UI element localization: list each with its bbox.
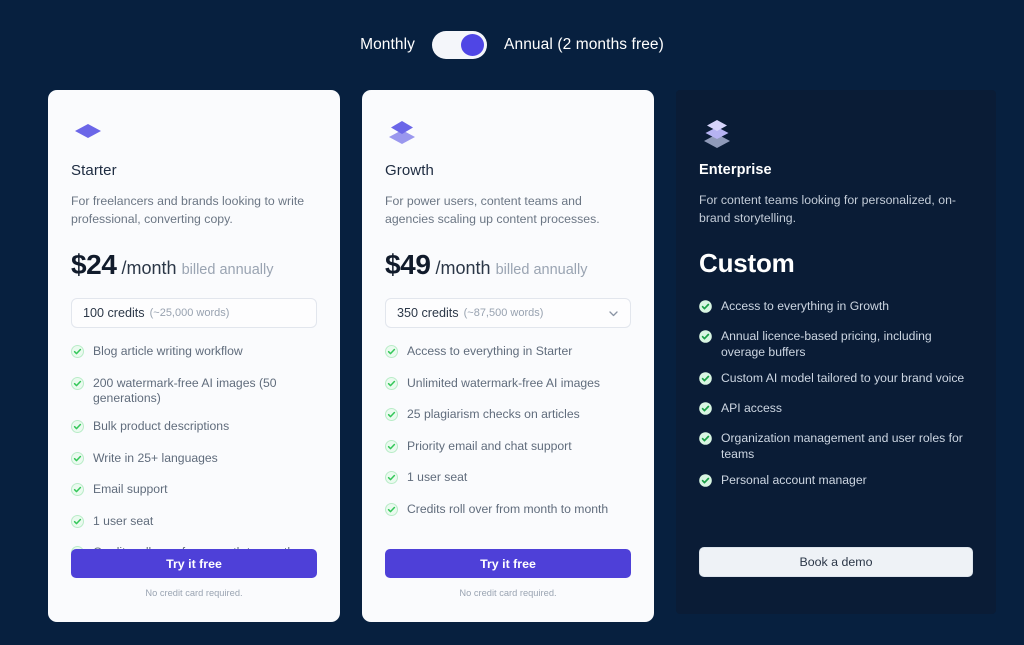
price-amount: $24 — [71, 249, 117, 280]
list-item: Bulk product descriptions — [71, 419, 317, 438]
credits-selector[interactable]: 350 credits (~87,500 words) — [385, 298, 631, 328]
check-icon — [385, 439, 398, 458]
feature-list: Access to everything in Starter Unlimite… — [385, 344, 631, 533]
check-icon — [385, 345, 398, 363]
list-item: Access to everything in Starter — [385, 344, 631, 363]
list-item: Blog article writing workflow — [71, 344, 317, 363]
list-item: 1 user seat — [385, 470, 631, 489]
pricing-cards-row: Starter For freelancers and brands looki… — [48, 90, 1002, 622]
check-icon — [699, 330, 712, 348]
credits-words: (~87,500 words) — [463, 307, 544, 319]
list-item: Unlimited watermark-free AI images — [385, 376, 631, 395]
list-item: Organization management and user roles f… — [699, 431, 973, 462]
cta-section: Try it free No credit card required. — [385, 549, 631, 598]
check-icon — [71, 376, 84, 395]
feature-text: Email support — [93, 482, 168, 496]
price-row: $49 /month billed annually — [385, 249, 631, 281]
try-it-free-button[interactable]: Try it free — [385, 549, 631, 578]
feature-text: 1 user seat — [407, 470, 468, 484]
billing-period-toggle[interactable] — [432, 31, 488, 59]
check-icon — [699, 474, 712, 492]
credits-amount: 350 credits — [397, 306, 459, 320]
credits-words: (~25,000 words) — [149, 307, 230, 319]
feature-text: Credits roll over from month to month — [407, 501, 609, 516]
price-billing-note: billed annually — [495, 262, 588, 278]
list-item: Annual licence-based pricing, including … — [699, 329, 973, 360]
list-item: Priority email and chat support — [385, 439, 631, 458]
list-item: Access to everything in Growth — [699, 299, 973, 318]
plan-description: For freelancers and brands looking to wr… — [71, 194, 305, 226]
check-icon — [71, 420, 84, 438]
list-item: 25 plagiarism checks on articles — [385, 407, 631, 426]
pricing-card-starter: Starter For freelancers and brands looki… — [48, 90, 340, 622]
cta-section: Try it free No credit card required. — [71, 549, 317, 598]
feature-text: 200 watermark-free AI images (50 generat… — [93, 375, 277, 406]
double-stack-icon — [385, 118, 631, 152]
check-icon — [385, 408, 398, 426]
plan-name: Growth — [385, 162, 434, 179]
feature-text: Personal account manager — [721, 473, 867, 487]
list-item: Email support — [71, 482, 317, 501]
cta-note: No credit card required. — [459, 588, 557, 598]
feature-text: Bulk product descriptions — [93, 419, 230, 433]
cta-section: Book a demo — [699, 547, 973, 577]
billing-toggle-row: Monthly Annual (2 months free) — [0, 0, 1024, 90]
triple-stack-icon — [699, 118, 973, 152]
price-period: /month — [121, 258, 177, 278]
check-icon — [71, 345, 84, 363]
feature-text: API access — [721, 401, 782, 415]
feature-text: Access to everything in Growth — [721, 299, 889, 313]
list-item: 200 watermark-free AI images (50 generat… — [71, 376, 317, 407]
plan-name: Starter — [71, 162, 117, 179]
check-icon — [699, 402, 712, 420]
feature-list: Blog article writing workflow 200 waterm… — [71, 344, 317, 577]
check-icon — [699, 372, 712, 390]
check-icon — [71, 451, 84, 470]
check-icon — [385, 471, 398, 489]
single-diamond-icon — [71, 118, 317, 152]
check-icon — [71, 483, 84, 501]
credits-amount: 100 credits — [83, 306, 145, 320]
toggle-label-monthly[interactable]: Monthly — [360, 36, 415, 54]
feature-text: Annual licence-based pricing, including … — [721, 329, 932, 359]
list-item: Credits roll over from month to month — [385, 502, 631, 521]
feature-list: Access to everything in Growth Annual li… — [699, 299, 973, 503]
credits-selector[interactable]: 100 credits (~25,000 words) — [71, 298, 317, 328]
plan-name: Enterprise — [699, 162, 772, 178]
feature-text: Unlimited watermark-free AI images — [407, 375, 601, 390]
check-icon — [385, 502, 398, 521]
toggle-knob — [461, 34, 485, 56]
price-period: /month — [435, 258, 491, 278]
check-icon — [385, 376, 398, 395]
list-item: API access — [699, 401, 973, 420]
list-item: Custom AI model tailored to your brand v… — [699, 371, 973, 390]
price-amount: $49 — [385, 249, 431, 280]
plan-description: For content teams looking for personaliz… — [699, 193, 957, 225]
pricing-card-enterprise: Enterprise For content teams looking for… — [676, 90, 996, 614]
price-billing-note: billed annually — [181, 262, 274, 278]
list-item: 1 user seat — [71, 514, 317, 533]
plan-description: For power users, content teams and agenc… — [385, 194, 600, 226]
pricing-card-growth: Growth For power users, content teams an… — [362, 90, 654, 622]
price-row: $24 /month billed annually — [71, 249, 317, 281]
check-icon — [699, 300, 712, 318]
chevron-down-icon[interactable] — [608, 308, 619, 319]
price-custom: Custom — [699, 248, 795, 278]
feature-text: 25 plagiarism checks on articles — [407, 407, 580, 421]
check-icon — [71, 514, 84, 533]
feature-text: Access to everything in Starter — [407, 344, 573, 358]
feature-text: Priority email and chat support — [407, 438, 572, 453]
feature-text: Write in 25+ languages — [93, 450, 218, 465]
list-item: Write in 25+ languages — [71, 451, 317, 470]
try-it-free-button[interactable]: Try it free — [71, 549, 317, 578]
feature-text: Blog article writing workflow — [93, 344, 243, 358]
feature-text: Custom AI model tailored to your brand v… — [721, 371, 965, 385]
cta-note: No credit card required. — [145, 588, 243, 598]
check-icon — [699, 432, 712, 450]
feature-text: 1 user seat — [93, 513, 154, 528]
book-a-demo-button[interactable]: Book a demo — [699, 547, 973, 577]
toggle-label-annual[interactable]: Annual (2 months free) — [504, 36, 664, 54]
feature-text: Organization management and user roles f… — [721, 431, 963, 461]
list-item: Personal account manager — [699, 473, 973, 492]
